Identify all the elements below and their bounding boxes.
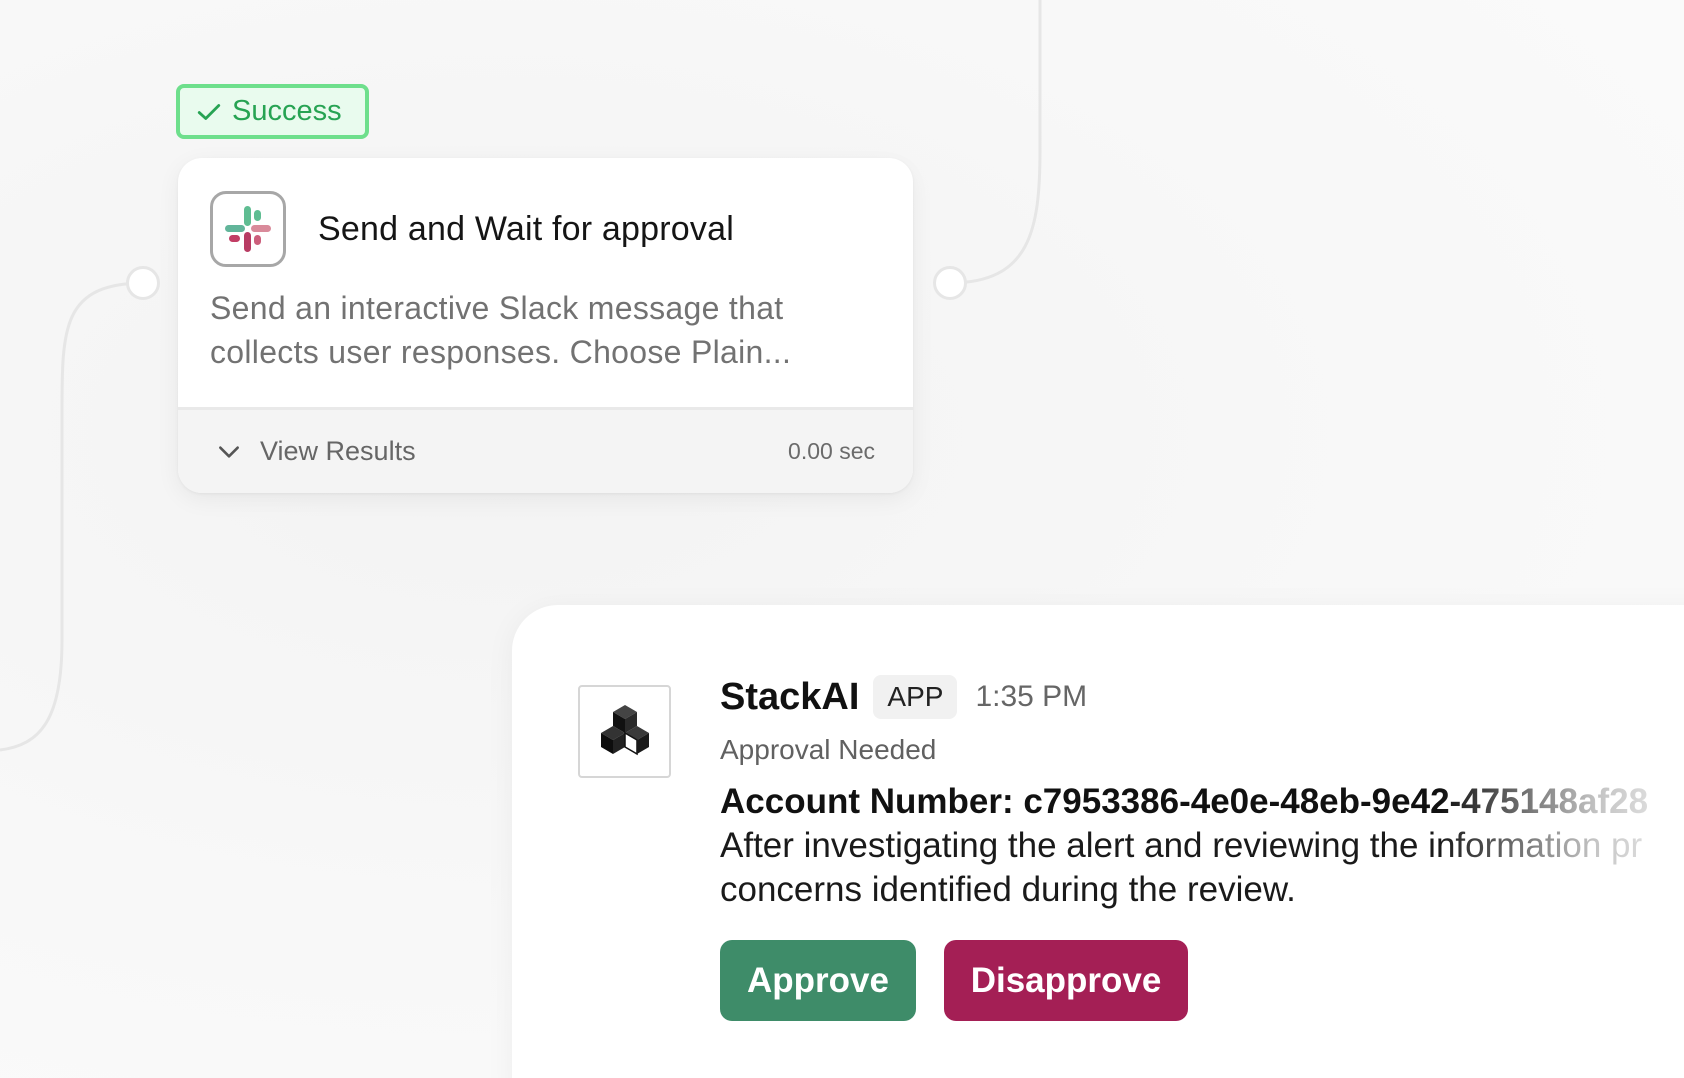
node-description-line: collects user responses. Choose Plain... — [210, 334, 792, 370]
node-description-line: Send an interactive Slack message that — [210, 290, 784, 326]
view-results-toggle[interactable]: View Results — [216, 436, 416, 467]
chevron-down-icon — [219, 445, 239, 458]
app-tag-badge: APP — [873, 675, 958, 719]
slack-logo-icon — [210, 191, 286, 267]
status-badge: Success — [176, 84, 369, 139]
view-results-label: View Results — [260, 436, 416, 466]
approval-actions: Approve Disapprove — [720, 940, 1188, 1021]
message-timestamp[interactable]: 1:35 PM — [975, 680, 1087, 714]
approve-button[interactable]: Approve — [720, 940, 916, 1021]
node-header: Send and Wait for approval — [210, 191, 734, 267]
incoming-edge — [0, 281, 146, 752]
disapprove-button[interactable]: Disapprove — [944, 940, 1188, 1021]
node-footer: View Results 0.00 sec — [178, 407, 913, 493]
workflow-canvas: Success Send and Wait for approval Send … — [0, 0, 1684, 1078]
check-icon — [197, 103, 221, 120]
node-description: Send an interactive Slack message that c… — [210, 286, 880, 374]
output-port[interactable] — [933, 266, 967, 300]
input-port[interactable] — [126, 266, 160, 300]
outgoing-edge — [949, 0, 1042, 285]
message-header: StackAI APP 1:35 PM — [720, 675, 1087, 719]
execution-duration: 0.00 sec — [788, 438, 875, 464]
status-badge-label: Success — [232, 95, 342, 127]
message-body: Account Number: c7953386-4e0e-48eb-9e42-… — [720, 780, 1684, 912]
node-title: Send and Wait for approval — [318, 209, 734, 248]
workflow-node-card[interactable]: Send and Wait for approval Send an inter… — [178, 158, 913, 493]
text-fade-overlay — [1440, 780, 1684, 912]
message-subtitle: Approval Needed — [720, 734, 937, 765]
stackai-logo-icon — [578, 685, 671, 778]
app-name[interactable]: StackAI — [720, 676, 859, 719]
